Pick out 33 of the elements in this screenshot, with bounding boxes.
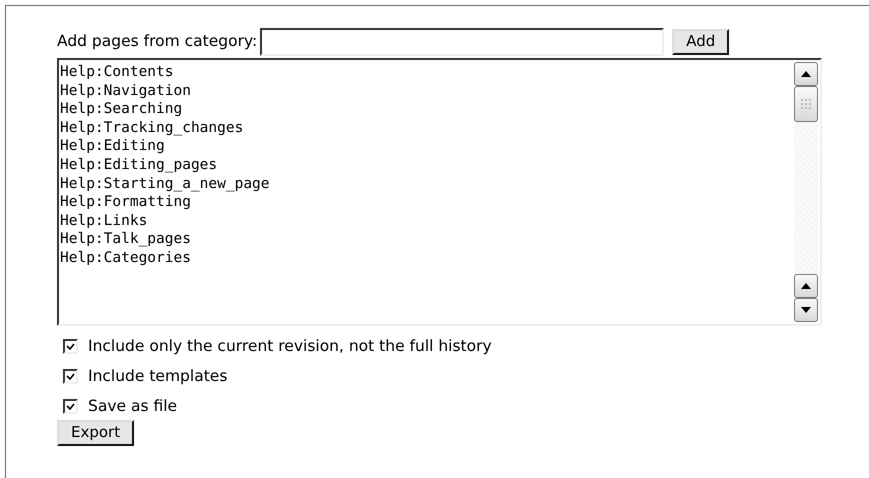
option-label: Include only the current revision, not the full history xyxy=(88,336,492,356)
page-line: Help:Formatting xyxy=(60,193,192,212)
page-line: Help:Navigation xyxy=(60,82,192,100)
category-input[interactable] xyxy=(260,28,664,56)
grip-icon xyxy=(800,98,812,110)
option-label: Save as file xyxy=(88,396,178,416)
page-line: Help:Starting_a_new_page xyxy=(60,174,271,194)
check-icon xyxy=(66,372,75,380)
page-line: Help:Categories xyxy=(60,248,192,268)
up-arrow-icon xyxy=(801,283,811,289)
check-icon xyxy=(66,402,75,410)
pages-textarea[interactable]: Help:Contents Help:Navigation Help:Searching Help:Tracking_changes Help:Editing Help:Editing_pages Help:Starting_a_new_page Help:Formatting Help:Links Help:Talk_pages Help:Categories xyxy=(57,58,822,326)
page-line: Help:Links xyxy=(60,212,148,230)
scroll-up-button[interactable] xyxy=(794,274,818,298)
page-line: Help:Contents xyxy=(60,63,174,82)
check-icon xyxy=(66,342,75,350)
page-line: Help:Talk_pages xyxy=(60,230,192,249)
page-line: Help:Editing_pages xyxy=(60,156,218,175)
checkbox[interactable] xyxy=(63,338,78,354)
scroll-up-button[interactable] xyxy=(794,62,818,86)
down-arrow-icon xyxy=(801,307,811,313)
scroll-down-button[interactable] xyxy=(794,298,818,322)
category-label: Add pages from category: xyxy=(57,31,258,52)
page-line: Help:Searching xyxy=(60,100,184,119)
scroll-thumb[interactable] xyxy=(794,86,818,122)
page-line: Help:Editing xyxy=(60,137,166,156)
up-arrow-icon xyxy=(801,71,811,77)
option-label: Include templates xyxy=(88,366,228,386)
page-line: Help:Tracking_changes xyxy=(60,118,244,138)
export-button[interactable]: Export xyxy=(57,420,134,446)
add-button[interactable]: Add xyxy=(672,29,730,55)
checkbox[interactable] xyxy=(63,398,78,414)
checkbox[interactable] xyxy=(63,368,78,384)
